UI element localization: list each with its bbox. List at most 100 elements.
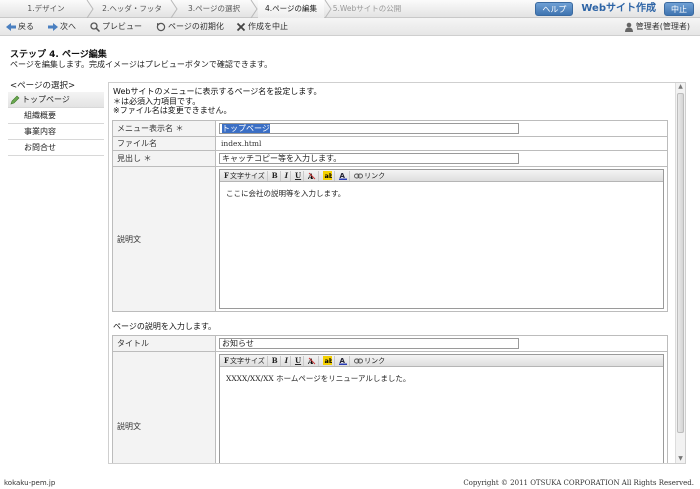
reset-page-label: ページの初期化 — [168, 22, 224, 31]
bold-button[interactable]: B — [270, 355, 281, 366]
description2-editor-body[interactable]: XXXX/XX/XX ホームページをリニューアルしました。 — [220, 367, 663, 463]
description2-cell: F文字サイズ B I U A ab A リンク XXXX/XX/XX ホームペー… — [215, 351, 668, 463]
page-select-sidebar: <ページの選択> トップページ 組織概要 事業内容 お問合せ — [8, 80, 104, 156]
file-name-label: ファイル名 — [112, 136, 216, 151]
link-icon — [354, 173, 364, 178]
back-label: 戻る — [18, 22, 34, 31]
link-button[interactable]: リンク — [352, 171, 387, 181]
panel-scrollbar[interactable]: ▲ ▼ — [675, 83, 685, 463]
next-label: 次へ — [60, 22, 76, 31]
link-icon — [354, 358, 364, 363]
intro-line: ＊は必須入力項目です。 — [113, 96, 201, 106]
stop-button[interactable]: 中止 — [664, 2, 694, 16]
menu-name-value: トップページ — [222, 124, 270, 133]
step-header-footer[interactable]: 2.ヘッダ・フッタ — [94, 0, 170, 18]
font-icon: F — [224, 170, 229, 180]
step-separator — [324, 0, 332, 18]
underline-button[interactable]: U — [293, 170, 305, 181]
italic-button[interactable]: I — [283, 170, 291, 181]
sidebar-heading: <ページの選択> — [10, 81, 76, 91]
underline-button[interactable]: U — [293, 355, 305, 366]
clear-format-button[interactable]: A — [306, 170, 320, 181]
scroll-thumb[interactable] — [677, 93, 684, 433]
description2-label: 説明文 — [112, 351, 216, 463]
italic-button[interactable]: I — [283, 355, 291, 366]
text-color-button[interactable]: A — [337, 355, 351, 366]
step-separator — [250, 0, 258, 18]
top-buttons: ヘルプ Webサイト作成 中止 — [535, 2, 694, 16]
step-page-select[interactable]: 3.ページの選択 — [178, 0, 250, 18]
editor-toolbar: F文字サイズ B I U A ab A リンク — [220, 355, 663, 367]
step-description: ページを編集します。完成イメージはプレビューボタンで確認できます。 — [10, 60, 273, 69]
link-button[interactable]: リンク — [352, 356, 387, 366]
step-bar: 1.デザイン 2.ヘッダ・フッタ 3.ページの選択 4.ページの編集 5.Web… — [0, 0, 700, 18]
menu-name-input[interactable]: トップページ — [219, 123, 519, 134]
sidebar-item-contact[interactable]: お問合せ — [8, 140, 104, 156]
cancel-creation-label: 作成を中止 — [248, 22, 288, 31]
title-cell: お知らせ — [215, 335, 668, 352]
font-size-button[interactable]: F 文字サイズ — [222, 355, 268, 366]
font-icon: F — [224, 355, 229, 365]
highlight-icon: ab — [323, 356, 333, 365]
svg-text:ab: ab — [325, 357, 333, 365]
sidebar-item-organization[interactable]: 組織概要 — [8, 108, 104, 124]
description-label: 説明文 — [112, 166, 216, 312]
highlight-icon: ab — [323, 171, 333, 180]
pencil-icon — [10, 95, 20, 104]
editor-toolbar: F文字サイズ B I U A ab A リンク — [220, 170, 663, 182]
preview-label: プレビュー — [102, 22, 142, 31]
text-color-icon: A — [339, 172, 348, 180]
description-editor: F文字サイズ B I U A ab A リンク ここに会社の説明等を入力します。 — [219, 169, 664, 309]
bold-button[interactable]: B — [270, 170, 281, 181]
reset-page-button[interactable]: ページの初期化 — [156, 21, 224, 33]
step-publish: 5.Webサイトの公開 — [332, 4, 402, 13]
step-separator — [170, 0, 178, 18]
help-button[interactable]: ヘルプ — [535, 2, 574, 16]
sidebar-item-label: トップページ — [22, 94, 70, 104]
scroll-up-arrow-icon[interactable]: ▲ — [677, 83, 684, 91]
preview-button[interactable]: プレビュー — [90, 21, 142, 33]
user-icon — [624, 22, 633, 32]
arrow-right-icon — [48, 23, 58, 31]
footer-domain: kokaku-pem.jp — [4, 479, 56, 487]
menu-name-cell: トップページ — [215, 120, 668, 137]
app-title: Webサイト作成 — [581, 3, 656, 14]
clear-format-button[interactable]: A — [306, 355, 320, 366]
step-design[interactable]: 1.デザイン — [6, 0, 86, 18]
clear-format-icon: A — [308, 172, 316, 180]
text-color-button[interactable]: A — [337, 170, 351, 181]
font-size-button[interactable]: F 文字サイズ — [222, 170, 268, 181]
clear-format-icon: A — [308, 357, 316, 365]
text-color-icon: A — [339, 357, 348, 365]
title-input[interactable]: お知らせ — [219, 338, 519, 349]
next-button[interactable]: 次へ — [48, 21, 76, 33]
heading-input[interactable]: キャッチコピー等を入力します。 — [219, 153, 519, 164]
toolbar: 戻る 次へ プレビュー ページの初期化 作成を中止 管理者(管理者) — [0, 18, 700, 36]
user-name: 管理者(管理者) — [635, 22, 690, 31]
heading-cell: キャッチコピー等を入力します。 — [215, 150, 668, 167]
magnifier-icon — [90, 22, 100, 32]
title-label: タイトル — [112, 335, 216, 352]
file-name-cell: index.html — [215, 136, 668, 151]
intro-line: Webサイトのメニューに表示するページ名を設定します。 — [113, 87, 322, 96]
scroll-down-arrow-icon[interactable]: ▼ — [677, 455, 684, 463]
back-button[interactable]: 戻る — [6, 21, 34, 33]
sidebar-item-business[interactable]: 事業内容 — [8, 124, 104, 140]
cancel-creation-button[interactable]: 作成を中止 — [236, 21, 288, 33]
intro-text: Webサイトのメニューに表示するページ名を設定します。 ＊は必須入力項目です。 … — [113, 87, 321, 116]
edit-panel: Webサイトのメニューに表示するページ名を設定します。 ＊は必須入力項目です。 … — [108, 82, 686, 464]
page-settings-form: メニュー表示名 ＊ トップページ ファイル名 index.html 見出し ＊ … — [112, 120, 668, 312]
link-label: リンク — [364, 356, 386, 365]
link-label: リンク — [364, 171, 386, 180]
description-cell: F文字サイズ B I U A ab A リンク ここに会社の説明等を入力します。 — [215, 166, 668, 312]
sidebar-item-top-page[interactable]: トップページ — [8, 92, 104, 108]
intro-line: ※ファイル名は変更できません。 — [113, 106, 232, 115]
description-editor-body[interactable]: ここに会社の説明等を入力します。 — [220, 182, 663, 308]
highlight-button[interactable]: ab — [321, 355, 336, 366]
arrow-left-icon — [6, 23, 16, 31]
step-page-edit[interactable]: 4.ページの編集 — [258, 0, 324, 18]
step-separator — [86, 0, 94, 18]
menu-name-label: メニュー表示名 ＊ — [112, 120, 216, 137]
highlight-button[interactable]: ab — [321, 170, 336, 181]
page-description-form: タイトル お知らせ 説明文 F文字サイズ B I U A ab A リンク — [112, 335, 668, 463]
